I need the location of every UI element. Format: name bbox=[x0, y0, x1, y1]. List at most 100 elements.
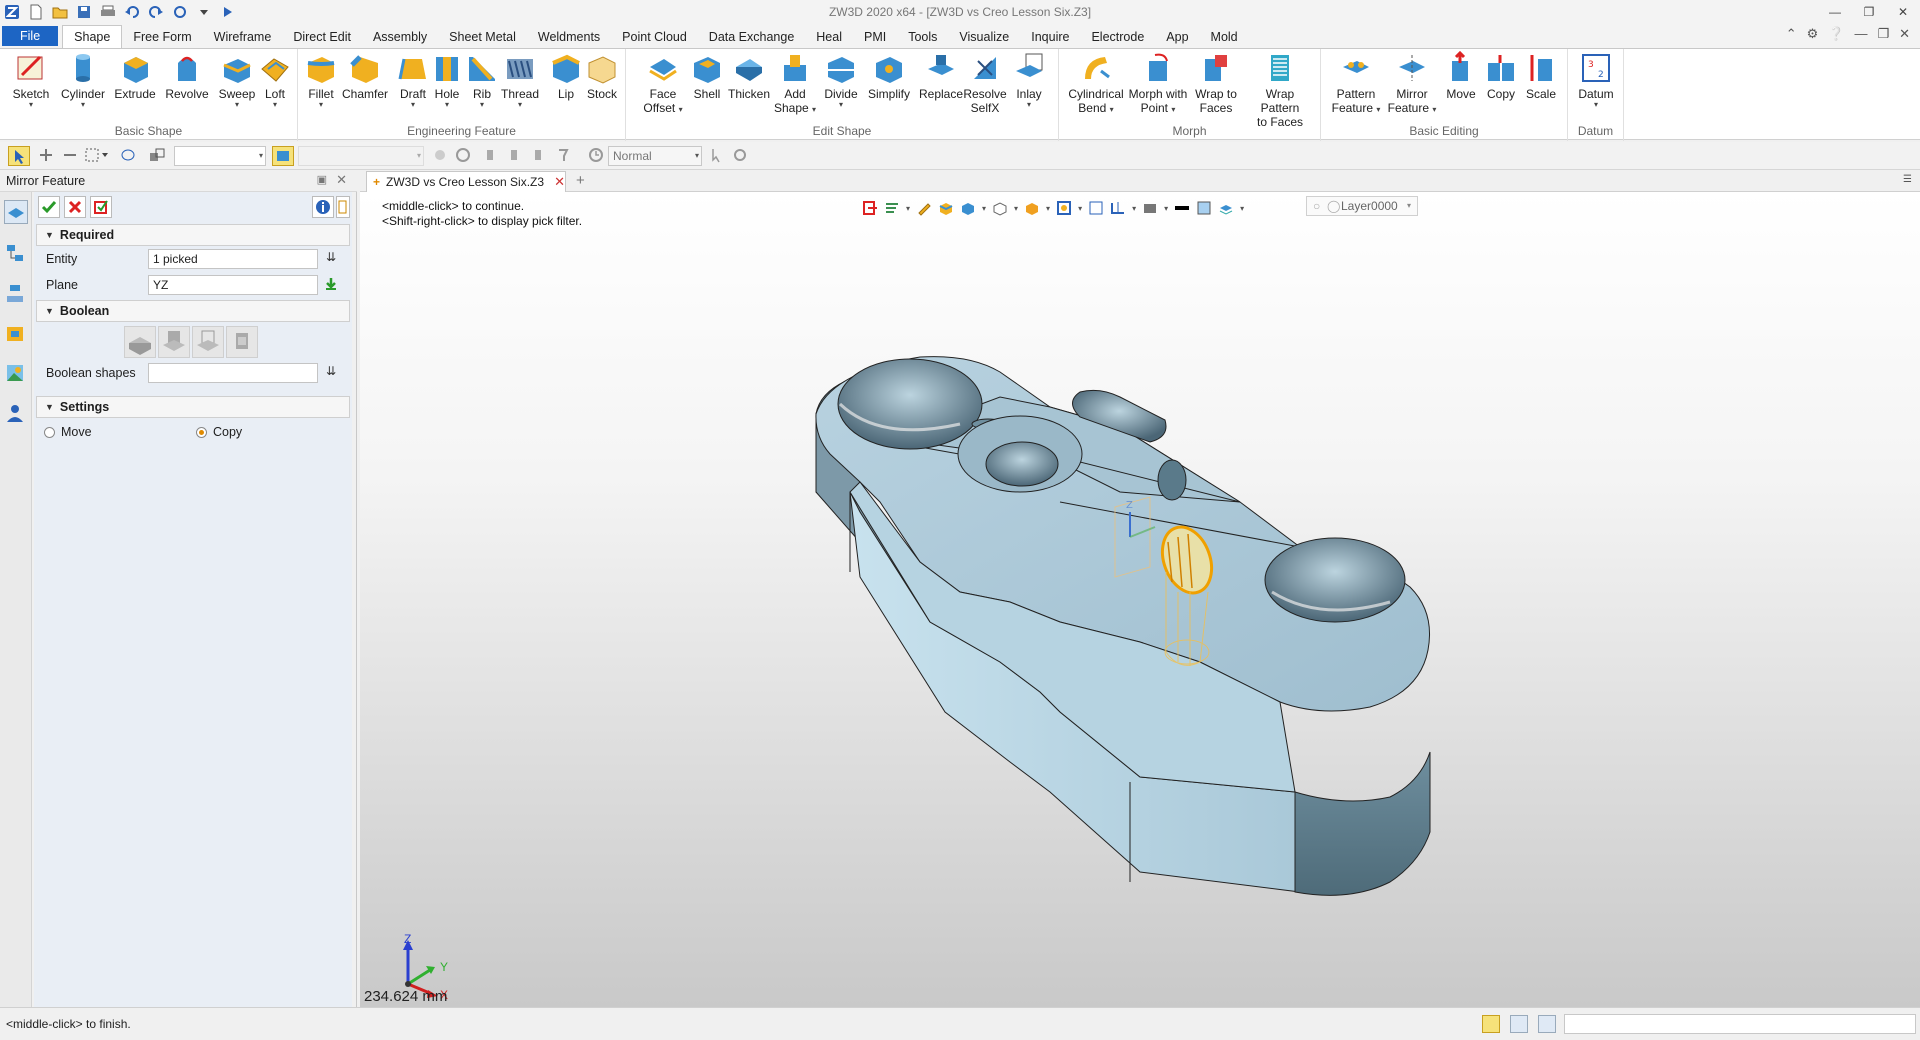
assembly-tree-icon[interactable] bbox=[4, 282, 28, 306]
manager-toggle-icon[interactable] bbox=[1482, 1015, 1500, 1033]
scale-button[interactable]: Scale bbox=[1521, 51, 1561, 101]
tab-sheet-metal[interactable]: Sheet Metal bbox=[438, 26, 527, 48]
minimize-doc-button[interactable]: — bbox=[1854, 26, 1867, 42]
tab-heal[interactable]: Heal bbox=[805, 26, 853, 48]
tab-weldments[interactable]: Weldments bbox=[527, 26, 611, 48]
restore-doc-button[interactable]: ❐ bbox=[1877, 26, 1889, 42]
tab-inquire[interactable]: Inquire bbox=[1020, 26, 1080, 48]
divide-button[interactable]: Divide ▾ bbox=[818, 51, 864, 109]
pin-icon[interactable] bbox=[556, 147, 570, 165]
add-shape-button[interactable]: Add Shape ▾ bbox=[772, 51, 818, 115]
tab-point-cloud[interactable]: Point Cloud bbox=[611, 26, 698, 48]
section-header-settings[interactable]: ▼ Settings bbox=[36, 396, 350, 418]
thicken-button[interactable]: Thicken bbox=[726, 51, 772, 101]
help-icon[interactable]: ❔ bbox=[1828, 26, 1844, 42]
tab-data-exchange[interactable]: Data Exchange bbox=[698, 26, 805, 48]
wrap-to-faces-button[interactable]: Wrap to Faces bbox=[1191, 51, 1241, 115]
regen-icon[interactable] bbox=[170, 2, 190, 22]
box-select-icon[interactable] bbox=[84, 147, 110, 165]
thread-button[interactable]: Thread ▾ bbox=[497, 51, 543, 109]
stock-button[interactable]: Stock bbox=[579, 51, 625, 101]
tab-free-form[interactable]: Free Form bbox=[122, 26, 202, 48]
shell-button[interactable]: Shell bbox=[684, 51, 730, 101]
boolean-options-icon[interactable]: ⇊ bbox=[322, 364, 340, 382]
options-gear-icon[interactable] bbox=[732, 147, 748, 165]
resolve-selfx-button[interactable]: Resolve SelfX bbox=[962, 51, 1008, 115]
filter-icon[interactable] bbox=[148, 147, 166, 165]
morph-with-point-button[interactable]: Morph with Point ▾ bbox=[1127, 51, 1189, 115]
graphics-viewport[interactable]: <middle-click> to continue. <Shift-right… bbox=[360, 192, 1920, 1007]
sketch-button[interactable]: Sketch ▾ bbox=[8, 51, 54, 109]
remove-boolean-icon[interactable] bbox=[192, 326, 224, 358]
feature-manager-icon[interactable] bbox=[4, 200, 28, 224]
display-toggle-icon[interactable] bbox=[1510, 1015, 1528, 1033]
run-icon[interactable] bbox=[218, 2, 238, 22]
mirror-feature-button[interactable]: Mirror Feature ▾ bbox=[1385, 51, 1439, 115]
pointer-icon[interactable] bbox=[710, 147, 724, 165]
add-boolean-icon[interactable] bbox=[158, 326, 190, 358]
tab-file[interactable]: File bbox=[2, 26, 59, 46]
intersect-boolean-icon[interactable] bbox=[226, 326, 258, 358]
lasso-select-icon[interactable] bbox=[120, 147, 136, 165]
save-icon[interactable] bbox=[74, 2, 94, 22]
plane-field[interactable]: YZ bbox=[148, 275, 318, 295]
loft-button[interactable]: Loft ▾ bbox=[252, 51, 298, 109]
minimize-button[interactable]: — bbox=[1818, 0, 1852, 24]
document-tab[interactable]: + ZW3D vs Creo Lesson Six.Z3 ✕ bbox=[366, 171, 566, 192]
filter-combo[interactable]: ▾ bbox=[174, 146, 266, 166]
chamfer-button[interactable]: Chamfer bbox=[342, 51, 388, 101]
tab-electrode[interactable]: Electrode bbox=[1080, 26, 1155, 48]
extrude-button[interactable]: Extrude bbox=[112, 51, 158, 101]
command-input[interactable] bbox=[1564, 1014, 1916, 1034]
redo-icon[interactable] bbox=[146, 2, 166, 22]
boolean-shapes-field[interactable] bbox=[148, 363, 318, 383]
print-icon[interactable] bbox=[98, 2, 118, 22]
tab-visualize[interactable]: Visualize bbox=[948, 26, 1020, 48]
pick-filter-button[interactable] bbox=[8, 146, 30, 166]
fillet-button[interactable]: Fillet ▾ bbox=[298, 51, 344, 109]
app-logo-icon[interactable] bbox=[2, 2, 22, 22]
align-icon-2[interactable] bbox=[508, 147, 520, 165]
undo-icon[interactable] bbox=[122, 2, 142, 22]
pattern-feature-button[interactable]: Pattern Feature ▾ bbox=[1329, 51, 1383, 115]
visual-manager-icon[interactable] bbox=[4, 362, 28, 386]
new-file-icon[interactable] bbox=[26, 2, 46, 22]
command-toggle-icon[interactable] bbox=[1538, 1015, 1556, 1033]
add-pick-icon[interactable] bbox=[38, 147, 54, 165]
part-library-icon[interactable] bbox=[4, 322, 28, 346]
info-button[interactable] bbox=[312, 196, 334, 218]
restore-button[interactable]: ❐ bbox=[1852, 0, 1886, 24]
tab-app[interactable]: App bbox=[1155, 26, 1199, 48]
align-icon-3[interactable] bbox=[532, 147, 544, 165]
move-radio[interactable]: Move bbox=[44, 425, 92, 439]
entity-combo[interactable]: ▾ bbox=[298, 146, 424, 166]
help-doc-button[interactable] bbox=[336, 196, 350, 218]
inlay-button[interactable]: Inlay ▾ bbox=[1006, 51, 1052, 109]
close-doc-button[interactable]: ✕ bbox=[1899, 26, 1910, 42]
settings-gear-icon[interactable]: ⚙ bbox=[1807, 26, 1819, 42]
tab-direct-edit[interactable]: Direct Edit bbox=[282, 26, 362, 48]
ok-button[interactable] bbox=[38, 196, 60, 218]
panel-close-icon[interactable]: ✕ bbox=[336, 172, 347, 188]
wrap-pattern-to-faces-button[interactable]: Wrap Pattern to Faces bbox=[1245, 51, 1315, 129]
close-tab-icon[interactable]: ✕ bbox=[554, 174, 565, 190]
apply-button[interactable] bbox=[90, 196, 112, 218]
cylindrical-bend-button[interactable]: Cylindrical Bend ▾ bbox=[1067, 51, 1125, 115]
tab-wireframe[interactable]: Wireframe bbox=[203, 26, 283, 48]
entity-field[interactable]: 1 picked bbox=[148, 249, 318, 269]
move-button[interactable]: Move bbox=[1441, 51, 1481, 101]
replace-button[interactable]: Replace bbox=[918, 51, 964, 101]
section-header-required[interactable]: ▼ Required bbox=[36, 224, 350, 246]
render-mode-icon[interactable] bbox=[588, 147, 604, 165]
render-mode-combo[interactable]: Normal ▾ bbox=[608, 146, 702, 166]
tab-pmi[interactable]: PMI bbox=[853, 26, 897, 48]
simplify-button[interactable]: Simplify bbox=[866, 51, 912, 101]
copy-radio[interactable]: Copy bbox=[196, 425, 242, 439]
part-model[interactable]: Z bbox=[360, 192, 1920, 1007]
new-tab-icon[interactable]: + bbox=[576, 172, 585, 189]
tab-list-icon[interactable]: ☰ bbox=[1903, 174, 1912, 185]
history-tree-icon[interactable] bbox=[4, 242, 28, 266]
base-shape-icon[interactable] bbox=[124, 326, 156, 358]
panel-pin-icon[interactable]: ▣ bbox=[317, 173, 327, 186]
revolve-button[interactable]: Revolve bbox=[164, 51, 210, 101]
